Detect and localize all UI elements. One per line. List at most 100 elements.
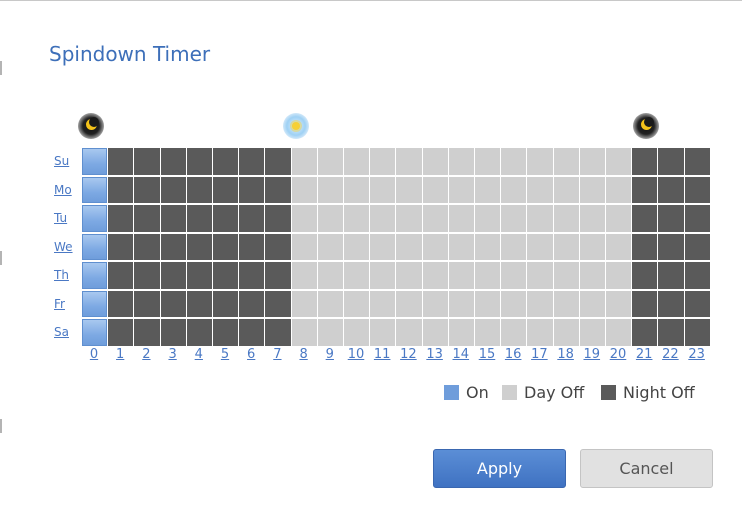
schedule-cell[interactable] (213, 176, 239, 203)
schedule-cell[interactable] (186, 233, 213, 260)
schedule-cell[interactable] (134, 176, 160, 203)
hour-label-16[interactable]: 16 (503, 347, 523, 362)
schedule-cell[interactable] (658, 233, 684, 260)
hour-label-0[interactable]: 0 (84, 347, 104, 362)
schedule-cell[interactable] (527, 176, 553, 203)
schedule-cell[interactable] (108, 319, 134, 346)
schedule-cell[interactable] (370, 319, 396, 346)
schedule-cell[interactable] (344, 176, 370, 203)
schedule-cell[interactable] (396, 262, 422, 289)
schedule-cell[interactable] (213, 233, 239, 260)
schedule-cell[interactable] (553, 176, 579, 203)
schedule-cell[interactable] (527, 290, 553, 317)
schedule-cell[interactable] (475, 176, 501, 203)
schedule-cell[interactable] (134, 148, 160, 175)
schedule-cell[interactable] (684, 148, 710, 175)
schedule-cell[interactable] (317, 176, 344, 203)
schedule-cell[interactable] (448, 233, 475, 260)
schedule-cell[interactable] (108, 176, 134, 203)
schedule-cell[interactable] (684, 319, 710, 346)
hour-label-17[interactable]: 17 (529, 347, 549, 362)
schedule-cell[interactable] (475, 205, 501, 232)
schedule-cell[interactable] (658, 290, 684, 317)
schedule-cell[interactable] (658, 319, 684, 346)
schedule-cell[interactable] (396, 176, 422, 203)
schedule-cell[interactable] (239, 233, 265, 260)
schedule-cell[interactable] (527, 233, 553, 260)
schedule-cell[interactable] (265, 205, 291, 232)
schedule-cell[interactable] (186, 148, 213, 175)
schedule-cell[interactable] (422, 290, 448, 317)
schedule-cell[interactable] (265, 290, 291, 317)
schedule-cell[interactable] (527, 205, 553, 232)
schedule-cell[interactable] (579, 148, 606, 175)
schedule-cell[interactable] (134, 205, 160, 232)
schedule-cell[interactable] (501, 262, 527, 289)
schedule-cell[interactable] (186, 319, 213, 346)
schedule-cell[interactable] (553, 319, 579, 346)
schedule-cell[interactable] (82, 233, 108, 260)
schedule-cell[interactable] (501, 176, 527, 203)
hour-label-15[interactable]: 15 (477, 347, 497, 362)
schedule-cell[interactable] (396, 319, 422, 346)
schedule-cell[interactable] (186, 176, 213, 203)
hour-label-22[interactable]: 22 (660, 347, 680, 362)
hour-label-1[interactable]: 1 (110, 347, 130, 362)
schedule-cell[interactable] (475, 290, 501, 317)
schedule-cell[interactable] (317, 148, 344, 175)
schedule-cell[interactable] (160, 319, 186, 346)
day-label-sa[interactable]: Sa (54, 325, 78, 339)
schedule-cell[interactable] (317, 290, 344, 317)
schedule-cell[interactable] (265, 233, 291, 260)
schedule-cell[interactable] (422, 233, 448, 260)
hour-label-18[interactable]: 18 (556, 347, 576, 362)
schedule-cell[interactable] (606, 319, 632, 346)
schedule-cell[interactable] (82, 148, 108, 175)
schedule-cell[interactable] (186, 290, 213, 317)
schedule-cell[interactable] (160, 176, 186, 203)
schedule-cell[interactable] (291, 176, 317, 203)
schedule-cell[interactable] (448, 319, 475, 346)
schedule-cell[interactable] (475, 233, 501, 260)
schedule-cell[interactable] (632, 290, 658, 317)
schedule-cell[interactable] (553, 262, 579, 289)
schedule-cell[interactable] (422, 319, 448, 346)
schedule-cell[interactable] (606, 262, 632, 289)
schedule-cell[interactable] (370, 262, 396, 289)
schedule-cell[interactable] (553, 290, 579, 317)
schedule-cell[interactable] (82, 176, 108, 203)
schedule-cell[interactable] (213, 262, 239, 289)
schedule-cell[interactable] (134, 262, 160, 289)
hour-label-7[interactable]: 7 (267, 347, 287, 362)
schedule-cell[interactable] (658, 262, 684, 289)
hour-label-23[interactable]: 23 (687, 347, 707, 362)
hour-label-12[interactable]: 12 (398, 347, 418, 362)
schedule-cell[interactable] (108, 233, 134, 260)
schedule-cell[interactable] (632, 262, 658, 289)
schedule-cell[interactable] (344, 262, 370, 289)
schedule-cell[interactable] (527, 319, 553, 346)
schedule-cell[interactable] (501, 319, 527, 346)
schedule-cell[interactable] (108, 205, 134, 232)
schedule-cell[interactable] (501, 205, 527, 232)
hour-label-10[interactable]: 10 (346, 347, 366, 362)
schedule-cell[interactable] (82, 205, 108, 232)
hour-label-9[interactable]: 9 (320, 347, 340, 362)
schedule-cell[interactable] (448, 290, 475, 317)
schedule-cell[interactable] (108, 290, 134, 317)
schedule-cell[interactable] (422, 148, 448, 175)
day-label-mo[interactable]: Mo (54, 183, 78, 197)
schedule-cell[interactable] (213, 205, 239, 232)
schedule-cell[interactable] (370, 205, 396, 232)
schedule-cell[interactable] (317, 233, 344, 260)
hour-label-4[interactable]: 4 (189, 347, 209, 362)
schedule-cell[interactable] (553, 205, 579, 232)
day-label-fr[interactable]: Fr (54, 297, 78, 311)
schedule-cell[interactable] (684, 233, 710, 260)
schedule-cell[interactable] (579, 205, 606, 232)
schedule-cell[interactable] (344, 205, 370, 232)
schedule-cell[interactable] (344, 233, 370, 260)
hour-label-21[interactable]: 21 (634, 347, 654, 362)
schedule-cell[interactable] (291, 233, 317, 260)
schedule-cell[interactable] (606, 290, 632, 317)
